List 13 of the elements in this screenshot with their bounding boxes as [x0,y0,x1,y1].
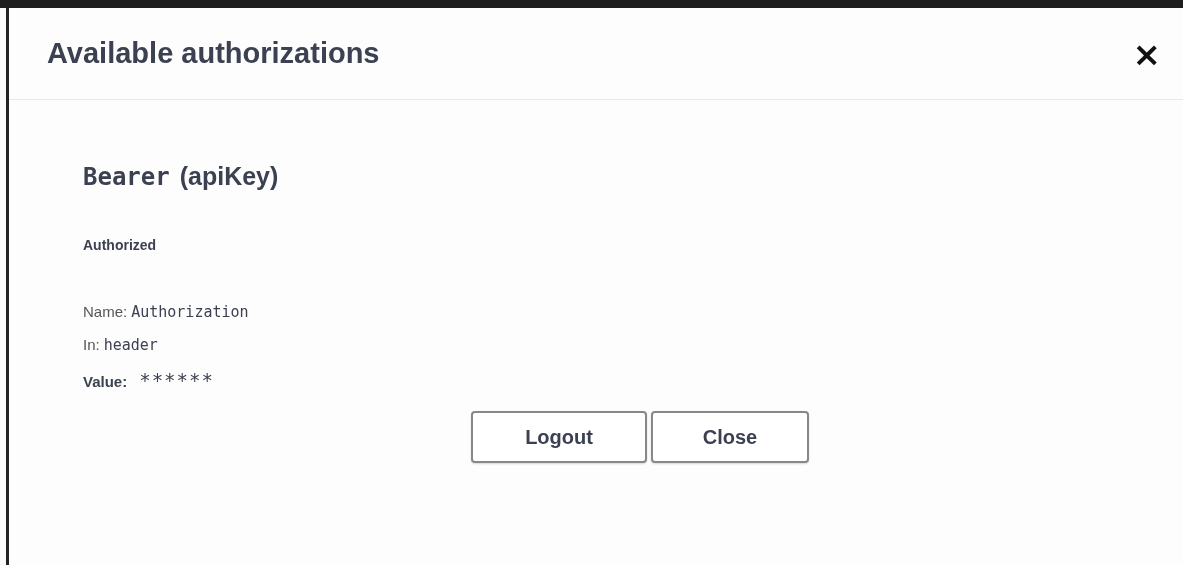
scheme-name: Bearer [83,163,170,191]
field-label: In: [83,336,100,353]
masked-value: ****** [139,369,214,391]
field-label: Value: [83,373,128,390]
scheme-type: (apiKey) [179,162,279,191]
auth-status: Authorized [83,237,158,253]
field-value: header [103,336,158,354]
field-value: Authorization [131,303,249,321]
logout-button[interactable]: Logout [471,411,647,463]
close-dialog-button[interactable]: Close [651,411,809,463]
field-label: Name: [83,303,128,320]
close-button[interactable]: × [1128,36,1165,71]
dialog-title: Available authorizations [47,37,380,70]
